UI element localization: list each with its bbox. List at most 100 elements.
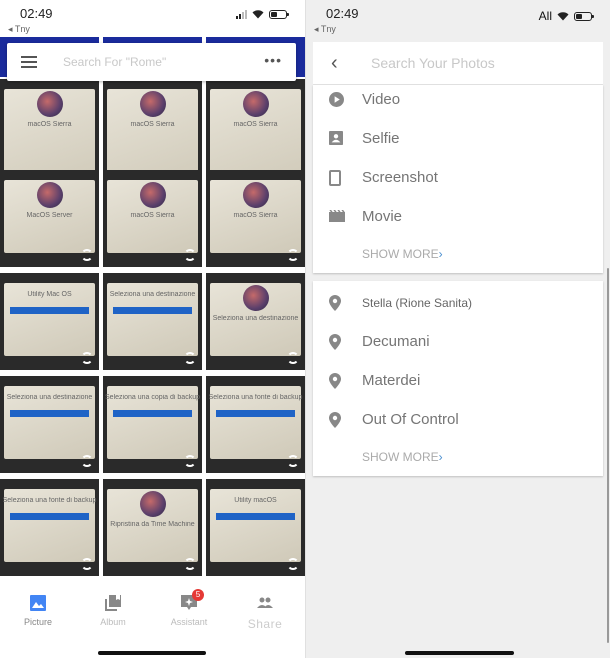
category-label: Movie — [362, 208, 403, 225]
show-more-label: SHOW MORE — [362, 247, 439, 261]
assistant-icon: 5 — [181, 589, 204, 611]
nav-label: Picture — [23, 617, 52, 627]
photo-thumbnail[interactable]: macOS Sierra — [103, 170, 202, 267]
sync-icon — [81, 249, 93, 261]
thumbnail-selection-bar — [113, 307, 192, 314]
cellular-signal-icon — [236, 9, 247, 19]
place-label: Materdei — [362, 372, 421, 389]
sync-icon — [184, 249, 196, 261]
macos-logo-icon — [139, 91, 166, 117]
macos-logo-icon — [36, 182, 63, 208]
show-more-categories-button[interactable]: SHOW MORE› — [362, 247, 443, 261]
bottom-nav: Picture Album 5 Assistant Share — [0, 585, 305, 658]
wifi-icon — [252, 9, 264, 19]
thumbnail-selection-bar — [216, 513, 295, 520]
chevron-right-icon: › — [438, 247, 443, 261]
notification-badge: 5 — [192, 589, 204, 601]
photo-thumbnail[interactable]: macOS Sierra — [206, 170, 305, 267]
sync-icon — [81, 455, 93, 467]
nav-tab-picture[interactable]: Picture — [3, 595, 73, 627]
place-label: Decumani — [362, 333, 430, 350]
thumbnail-title: Utility Mac OS — [27, 291, 72, 298]
back-to-app-link[interactable]: ◂ Tny — [314, 24, 336, 35]
sync-icon — [287, 249, 299, 261]
play-circle-icon — [329, 92, 344, 107]
sync-icon — [184, 455, 196, 467]
photo-thumbnail[interactable]: Seleziona una copia di backup — [103, 376, 202, 473]
sync-icon — [81, 352, 93, 364]
sync-icon — [184, 558, 196, 570]
photo-thumbnail[interactable]: Ripristina da Time Machine — [103, 479, 202, 576]
thumbnail-title: macOS Sierra — [130, 212, 175, 219]
scrollbar[interactable] — [607, 268, 609, 643]
status-bar: 02:49 ◂ Tny — [0, 0, 305, 37]
clapperboard-icon — [329, 209, 345, 223]
thumbnail-title: Utility macOS — [234, 497, 277, 504]
search-input[interactable]: Search For "Rome" — [63, 55, 166, 69]
place-item[interactable]: Stella (Rione Sanita) — [313, 283, 603, 322]
photo-thumbnail[interactable]: Seleziona una destinazione — [206, 273, 305, 370]
place-item[interactable]: Out Of Control — [313, 400, 603, 439]
thumbnail-title: Seleziona una destinazione — [109, 291, 196, 298]
more-dots-icon[interactable]: ••• — [264, 52, 282, 68]
places-suggestions-card: Stella (Rione Sanita) Decumani Materdei … — [313, 281, 603, 476]
nav-tab-assistant[interactable]: 5 Assistant — [154, 589, 224, 627]
home-indicator[interactable] — [98, 651, 206, 655]
thumbnail-title: Seleziona una fonte di backup — [208, 394, 303, 401]
nav-tab-share[interactable]: Share — [230, 595, 300, 631]
status-icons — [236, 9, 289, 19]
nav-tab-album[interactable]: Album — [78, 595, 148, 627]
chevron-right-icon: › — [438, 450, 443, 464]
photo-thumbnail[interactable]: Seleziona una fonte di backup — [206, 376, 305, 473]
thumbnail-title: Seleziona una copia di backup — [105, 394, 200, 401]
thumbnail-title: Seleziona una destinazione — [212, 315, 299, 322]
wifi-icon — [557, 11, 569, 21]
location-pin-icon — [329, 334, 343, 350]
photo-thumbnail[interactable]: Utility Mac OS — [0, 273, 99, 370]
place-label: Stella (Rione Sanita) — [362, 296, 473, 310]
search-input[interactable]: Search Your Photos — [371, 55, 495, 71]
macos-logo-icon — [242, 91, 269, 117]
macos-logo-icon — [242, 182, 269, 208]
photo-thumbnail[interactable]: Seleziona una destinazione — [103, 273, 202, 370]
category-label: Screenshot — [362, 169, 438, 186]
back-to-app-link[interactable]: ◂ Tny — [8, 24, 30, 35]
place-item[interactable]: Materdei — [313, 361, 603, 400]
thumbnail-title: Ripristina da Time Machine — [110, 521, 195, 528]
search-bar[interactable]: ‹ Search Your Photos — [313, 42, 603, 85]
sync-icon — [81, 558, 93, 570]
back-arrow-icon[interactable]: ‹ — [331, 53, 338, 73]
search-bar[interactable]: Search For "Rome" ••• — [7, 43, 296, 81]
thumbnail-selection-bar — [113, 410, 192, 417]
category-item-video[interactable]: Video — [313, 80, 603, 119]
photo-thumbnail[interactable]: Seleziona una fonte di backup — [0, 479, 99, 576]
place-item[interactable]: Decumani — [313, 322, 603, 361]
photo-thumbnail[interactable]: MacOS Server — [0, 170, 99, 267]
album-icon — [105, 595, 121, 611]
sync-icon — [184, 352, 196, 364]
phone-screenshot-icon — [329, 170, 343, 186]
photo-thumbnail[interactable]: Seleziona una destinazione — [0, 376, 99, 473]
battery-icon — [269, 9, 289, 19]
show-more-places-button[interactable]: SHOW MORE› — [362, 450, 443, 464]
thumbnail-selection-bar — [10, 410, 89, 417]
category-item-screenshot[interactable]: Screenshot — [313, 158, 603, 197]
hamburger-icon[interactable] — [21, 56, 37, 68]
category-label: Selfie — [362, 130, 400, 147]
category-item-selfie[interactable]: Selfie — [313, 119, 603, 158]
thumbnail-title: Seleziona una destinazione — [6, 394, 93, 401]
share-people-icon — [257, 595, 273, 611]
photo-thumbnail[interactable]: Utility macOS — [206, 479, 305, 576]
status-icons: All — [539, 9, 594, 23]
photo-icon — [30, 595, 46, 611]
category-label: Video — [362, 91, 401, 108]
home-indicator[interactable] — [405, 651, 514, 655]
sync-icon — [287, 558, 299, 570]
macos-logo-icon — [139, 182, 166, 208]
macos-logo-icon — [36, 91, 63, 117]
status-time: 02:49 — [20, 6, 53, 21]
thumbnail-title: macOS Sierra — [130, 121, 175, 128]
category-item-movie[interactable]: Movie — [313, 197, 603, 236]
thumbnail-title: macOS Sierra — [233, 212, 278, 219]
photos-search-screen: 02:49 ◂ Tny All ‹ Search Your Photos Vid… — [305, 0, 610, 658]
